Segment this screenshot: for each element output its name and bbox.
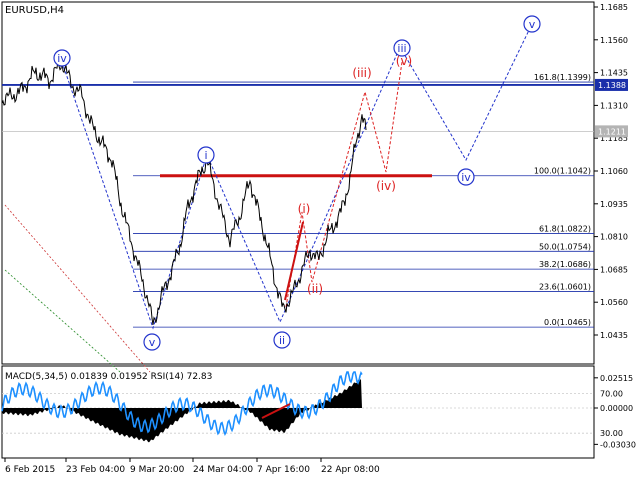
time-label-4: 7 Apr 16:00 bbox=[257, 465, 310, 475]
price-tick-label-10: 1.0435 bbox=[600, 331, 628, 340]
indicator-title: MACD(5,34,5) 0.01839 0.01952 RSI(14) 72.… bbox=[5, 372, 212, 382]
price-tick-label-2: 1.1435 bbox=[600, 69, 628, 78]
fib-label-4: 38.2(1.0686) bbox=[539, 260, 591, 269]
red-wave-label-3: (iv) bbox=[376, 179, 396, 193]
fib-label-3: 50.0(1.0754) bbox=[539, 242, 591, 251]
rsi-level-label-1: 30.00 bbox=[600, 429, 623, 438]
blue-wave-label-2: v bbox=[149, 336, 156, 349]
indicator-tick-label-0: 0.02515 bbox=[600, 374, 633, 383]
red-wave-label-0: (i) bbox=[298, 202, 311, 216]
time-label-5: 22 Apr 08:00 bbox=[321, 465, 380, 475]
price-tick-label-0: 1.1685 bbox=[600, 3, 628, 12]
price-flag-label-1: 1.1211 bbox=[598, 127, 626, 136]
symbol-title: EURUSD,H4 bbox=[5, 5, 64, 16]
fib-label-0: 161.8(1.1399) bbox=[534, 73, 591, 82]
fib-label-2: 61.8(1.0822) bbox=[539, 224, 591, 233]
indicator-tick-label-1: 0.00000 bbox=[600, 404, 633, 413]
red-wave-label-4: (v) bbox=[396, 54, 412, 68]
price-tick-label-7: 1.0810 bbox=[600, 233, 628, 242]
blue-wave-label-6: v bbox=[529, 18, 536, 31]
time-label-0: 6 Feb 2015 bbox=[5, 465, 55, 475]
time-label-1: 23 Feb 04:00 bbox=[66, 465, 125, 475]
fib-label-5: 23.6(1.0601) bbox=[539, 282, 591, 291]
price-tick-label-8: 1.0685 bbox=[600, 265, 628, 274]
price-tick-label-6: 1.0935 bbox=[600, 200, 628, 209]
red-wave-label-2: (iii) bbox=[352, 66, 371, 80]
price-tick-label-3: 1.1310 bbox=[600, 101, 628, 110]
blue-wave-label-1: i bbox=[204, 149, 207, 162]
price-tick-label-5: 1.1060 bbox=[600, 167, 628, 176]
price-tick-label-1: 1.1560 bbox=[600, 36, 628, 45]
blue-wave-label-5: iv bbox=[461, 171, 471, 184]
fib-label-1: 100.0(1.1042) bbox=[534, 167, 591, 176]
rsi-level-label-0: 70.00 bbox=[600, 390, 623, 399]
time-label-2: 9 Mar 20:00 bbox=[130, 465, 185, 475]
price-flag-label-0: 1.1388 bbox=[598, 81, 626, 90]
price-tick-label-9: 1.0560 bbox=[600, 298, 628, 307]
blue-wave-label-0: iv bbox=[57, 52, 67, 65]
indicator-tick-label-2: -0.03030 bbox=[600, 440, 636, 449]
blue-wave-label-3: ii bbox=[279, 334, 285, 347]
eurusd-chart[interactable]: EURUSD,H4 161.8(1.1399) 100.0(1.1042) 61.8… bbox=[0, 0, 640, 480]
red-wave-label-1: (ii) bbox=[307, 282, 323, 296]
time-label-3: 24 Mar 04:00 bbox=[193, 465, 253, 475]
fib-label-6: 0.0(1.0465) bbox=[544, 318, 591, 327]
